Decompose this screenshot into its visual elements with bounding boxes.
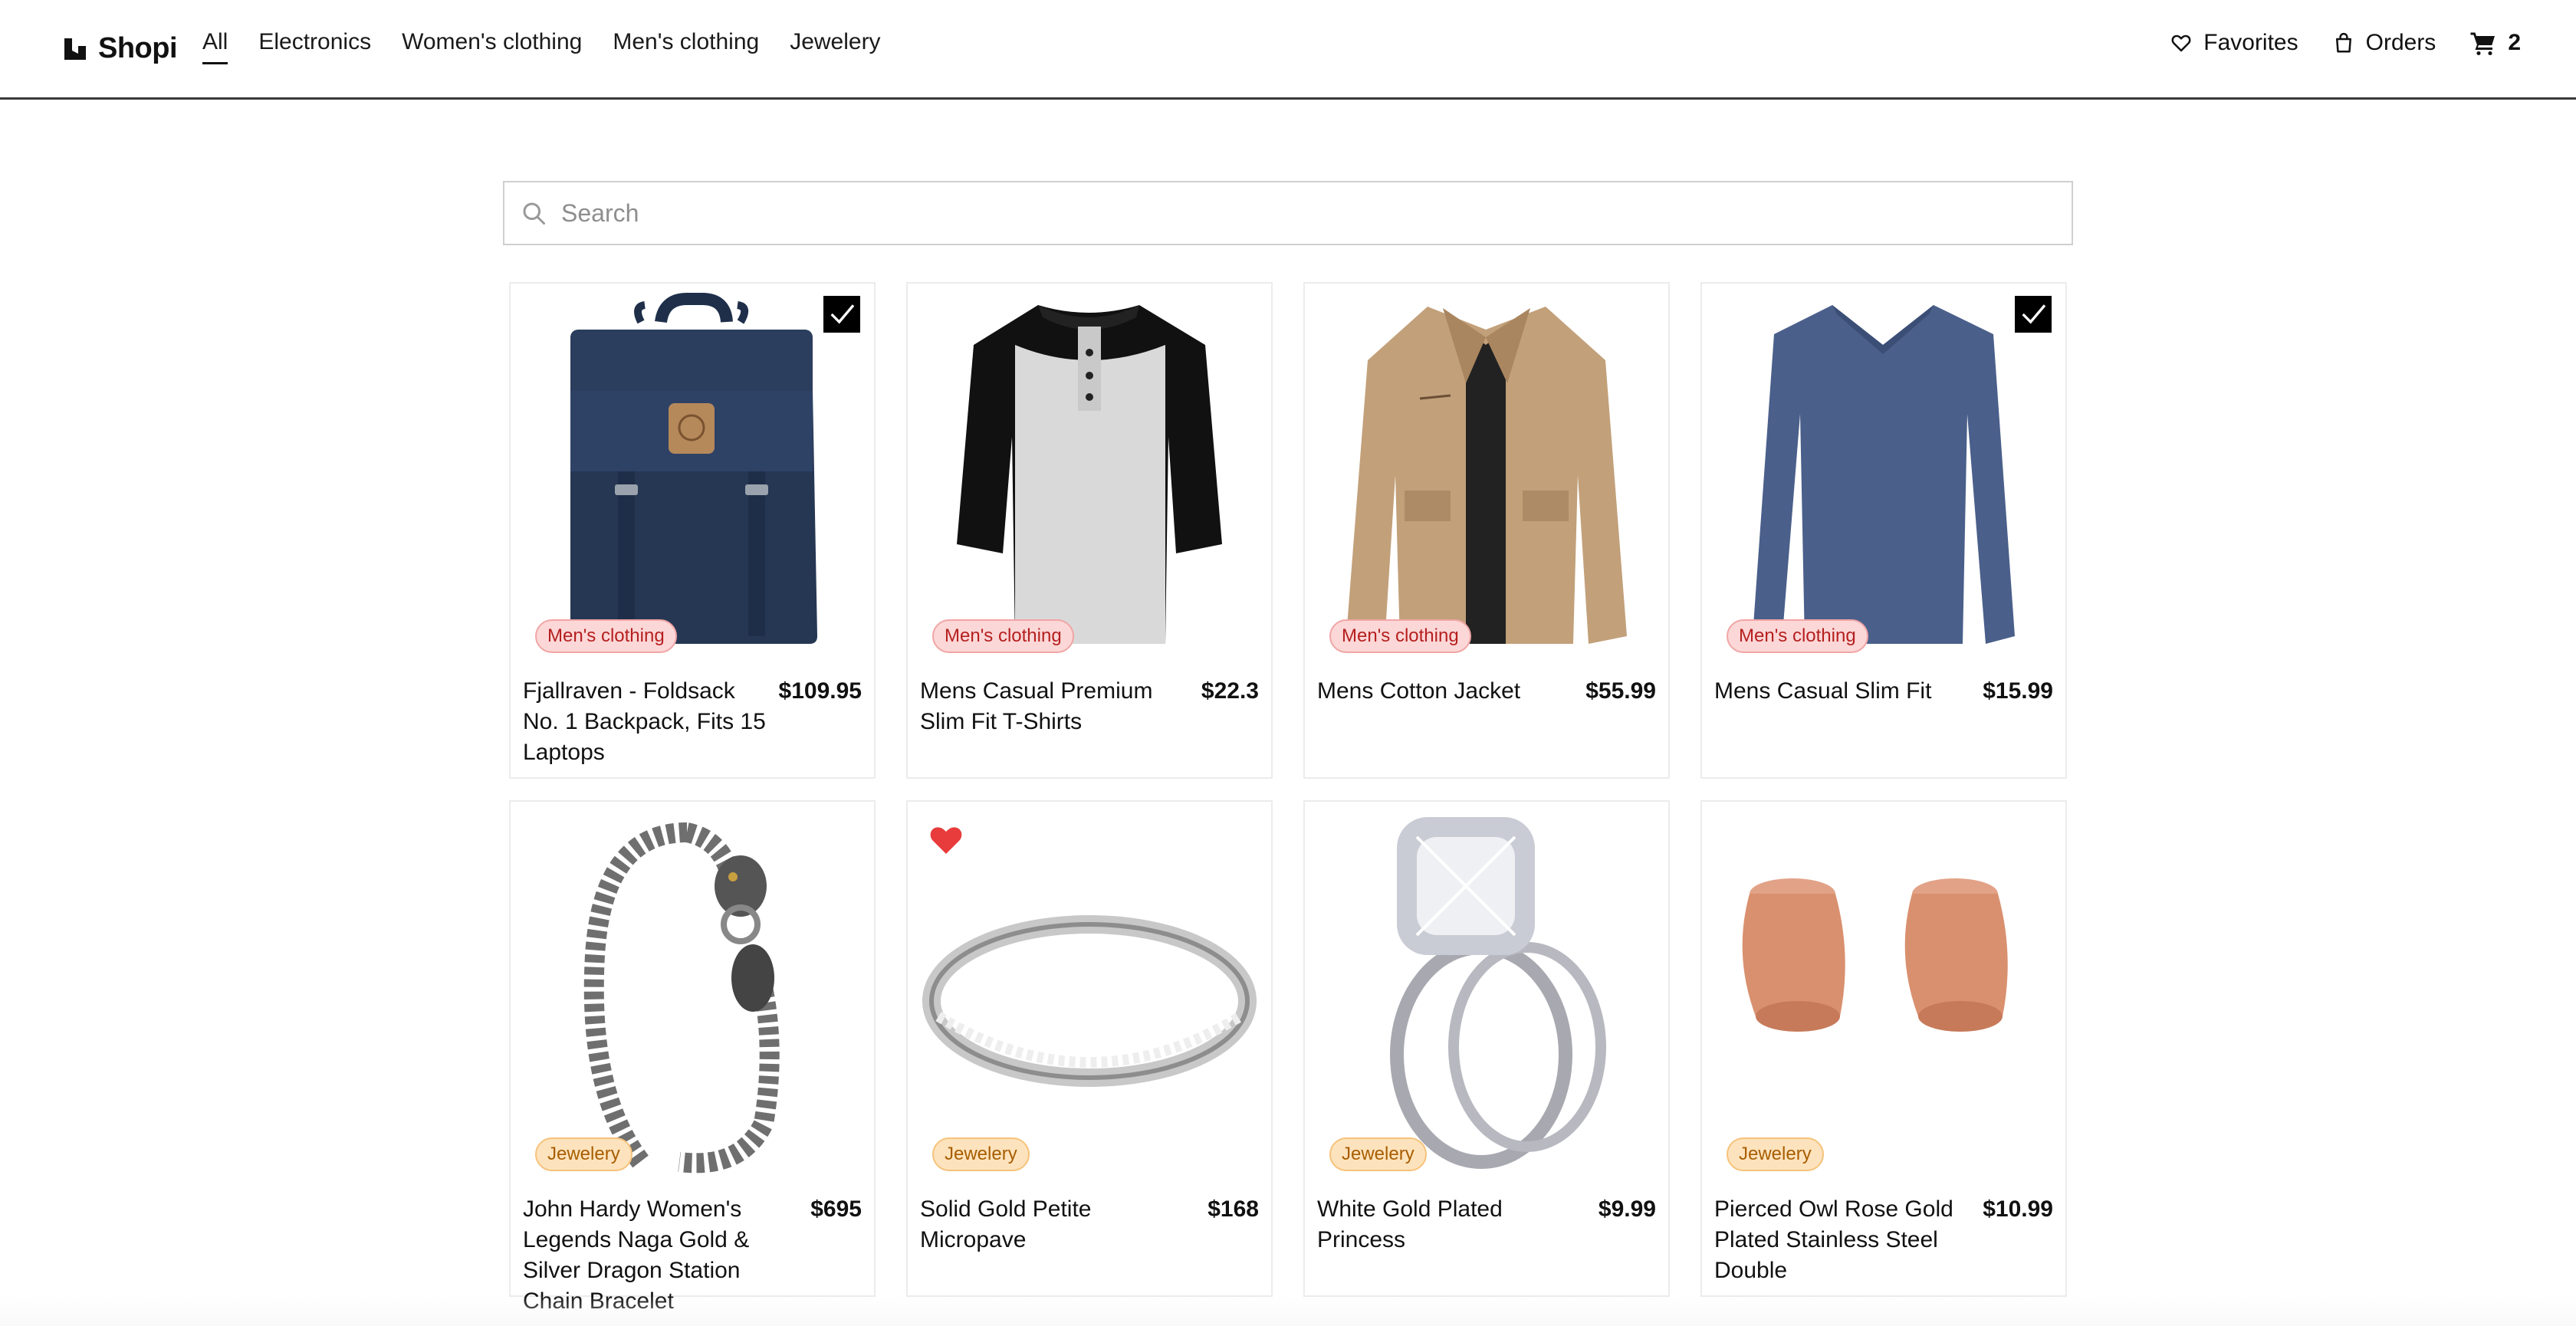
product-info: Mens Casual Slim Fit $15.99 [1714, 676, 2053, 707]
category-badge: Men's clothing [1727, 619, 1868, 653]
product-info: Solid Gold Petite Micropave $168 [920, 1194, 1259, 1255]
product-price: $55.99 [1585, 678, 1656, 704]
nav-category-electronics[interactable]: Electronics [258, 29, 371, 61]
search-bar [503, 181, 2073, 245]
bottom-fade [0, 1295, 2576, 1326]
product-image-princess-ring [1305, 802, 1668, 1177]
top-navbar: Shopi All Electronics Women's clothing M… [0, 0, 2576, 100]
product-card[interactable]: Jewelery John Hardy Women's Legends Naga… [509, 800, 876, 1314]
account-nav: Favorites Orders 2 [2170, 29, 2521, 57]
product-title: Mens Casual Slim Fit [1714, 678, 1932, 704]
orders-label: Orders [2365, 30, 2436, 55]
orders-link[interactable]: Orders [2332, 30, 2436, 56]
product-card[interactable]: Men's clothing Mens Casual Slim Fit $15.… [1700, 282, 2067, 779]
category-badge: Jewelery [1727, 1137, 1824, 1171]
nav-category-jewelery[interactable]: Jewelery [790, 29, 880, 61]
product-price: $168 [1208, 1196, 1259, 1222]
category-nav: All Electronics Women's clothing Men's c… [202, 29, 881, 64]
product-title: Pierced Owl Rose Gold Plated Stainless S… [1714, 1196, 1953, 1283]
product-price: $9.99 [1598, 1196, 1656, 1222]
product-info: Pierced Owl Rose Gold Plated Stainless S… [1714, 1194, 2053, 1286]
product-image-ring [908, 802, 1271, 1177]
nav-category-all[interactable]: All [202, 29, 228, 64]
product-title: Mens Casual Premium Slim Fit T-Shirts [920, 678, 1153, 734]
product-image-long-sleeve [1702, 284, 2065, 659]
product-info: White Gold Plated Princess $9.99 [1317, 1194, 1656, 1255]
product-image-tshirt [908, 284, 1271, 659]
favorite-heart-icon[interactable] [928, 822, 964, 855]
category-badge: Jewelery [535, 1137, 632, 1171]
cart-button[interactable]: 2 [2469, 29, 2521, 57]
product-card[interactable]: Jewelery White Gold Plated Princess $9.9… [1303, 800, 1670, 1297]
brand[interactable]: Shopi [61, 32, 178, 65]
product-info: Fjallraven - Foldsack No. 1 Backpack, Fi… [523, 676, 862, 768]
nav-category-mens-clothing[interactable]: Men's clothing [613, 29, 759, 61]
product-title: John Hardy Women's Legends Naga Gold & S… [523, 1196, 750, 1314]
product-price: $10.99 [1983, 1196, 2053, 1222]
shopi-logo-icon [64, 38, 86, 60]
product-info: Mens Cotton Jacket $55.99 [1317, 676, 1656, 707]
category-badge: Jewelery [932, 1137, 1030, 1171]
product-price: $15.99 [1983, 678, 2053, 704]
product-title: Mens Cotton Jacket [1317, 678, 1521, 704]
product-title: White Gold Plated Princess [1317, 1196, 1503, 1252]
product-title: Fjallraven - Foldsack No. 1 Backpack, Fi… [523, 678, 766, 765]
brand-name: Shopi [98, 32, 178, 64]
favorites-label: Favorites [2203, 30, 2298, 55]
cart-count: 2 [2508, 30, 2521, 55]
product-title: Solid Gold Petite Micropave [920, 1196, 1092, 1252]
product-card[interactable]: Men's clothing Mens Casual Premium Slim … [906, 282, 1273, 779]
product-card[interactable]: Men's clothing Fjallraven - Foldsack No.… [509, 282, 876, 779]
category-badge: Men's clothing [1329, 619, 1471, 653]
product-image-ear-plugs [1702, 802, 2065, 1177]
product-image-jacket [1305, 284, 1668, 659]
search-input[interactable] [560, 189, 2072, 237]
product-price: $109.95 [778, 678, 862, 704]
nav-category-womens-clothing[interactable]: Women's clothing [402, 29, 582, 61]
heart-outline-icon [2171, 34, 2191, 52]
product-image-bracelet [511, 802, 874, 1177]
shopping-bag-icon [2335, 32, 2351, 53]
product-card[interactable]: Men's clothing Mens Cotton Jacket $55.99 [1303, 282, 1670, 779]
product-price: $22.3 [1201, 678, 1259, 704]
search-icon [523, 202, 545, 225]
product-price: $695 [810, 1196, 862, 1222]
category-badge: Men's clothing [535, 619, 677, 653]
in-cart-check-icon[interactable] [2015, 296, 2052, 333]
favorites-link[interactable]: Favorites [2170, 30, 2298, 56]
category-badge: Men's clothing [932, 619, 1074, 653]
product-card[interactable]: Jewelery Pierced Owl Rose Gold Plated St… [1700, 800, 2067, 1297]
shopping-cart-icon [2470, 32, 2496, 56]
product-image-backpack [511, 284, 874, 659]
product-info: Mens Casual Premium Slim Fit T-Shirts $2… [920, 676, 1259, 737]
product-info: John Hardy Women's Legends Naga Gold & S… [523, 1194, 862, 1317]
product-card[interactable]: Jewelery Solid Gold Petite Micropave $16… [906, 800, 1273, 1297]
in-cart-check-icon[interactable] [823, 296, 860, 333]
category-badge: Jewelery [1329, 1137, 1427, 1171]
product-grid: Men's clothing Fjallraven - Foldsack No.… [509, 282, 2067, 1314]
